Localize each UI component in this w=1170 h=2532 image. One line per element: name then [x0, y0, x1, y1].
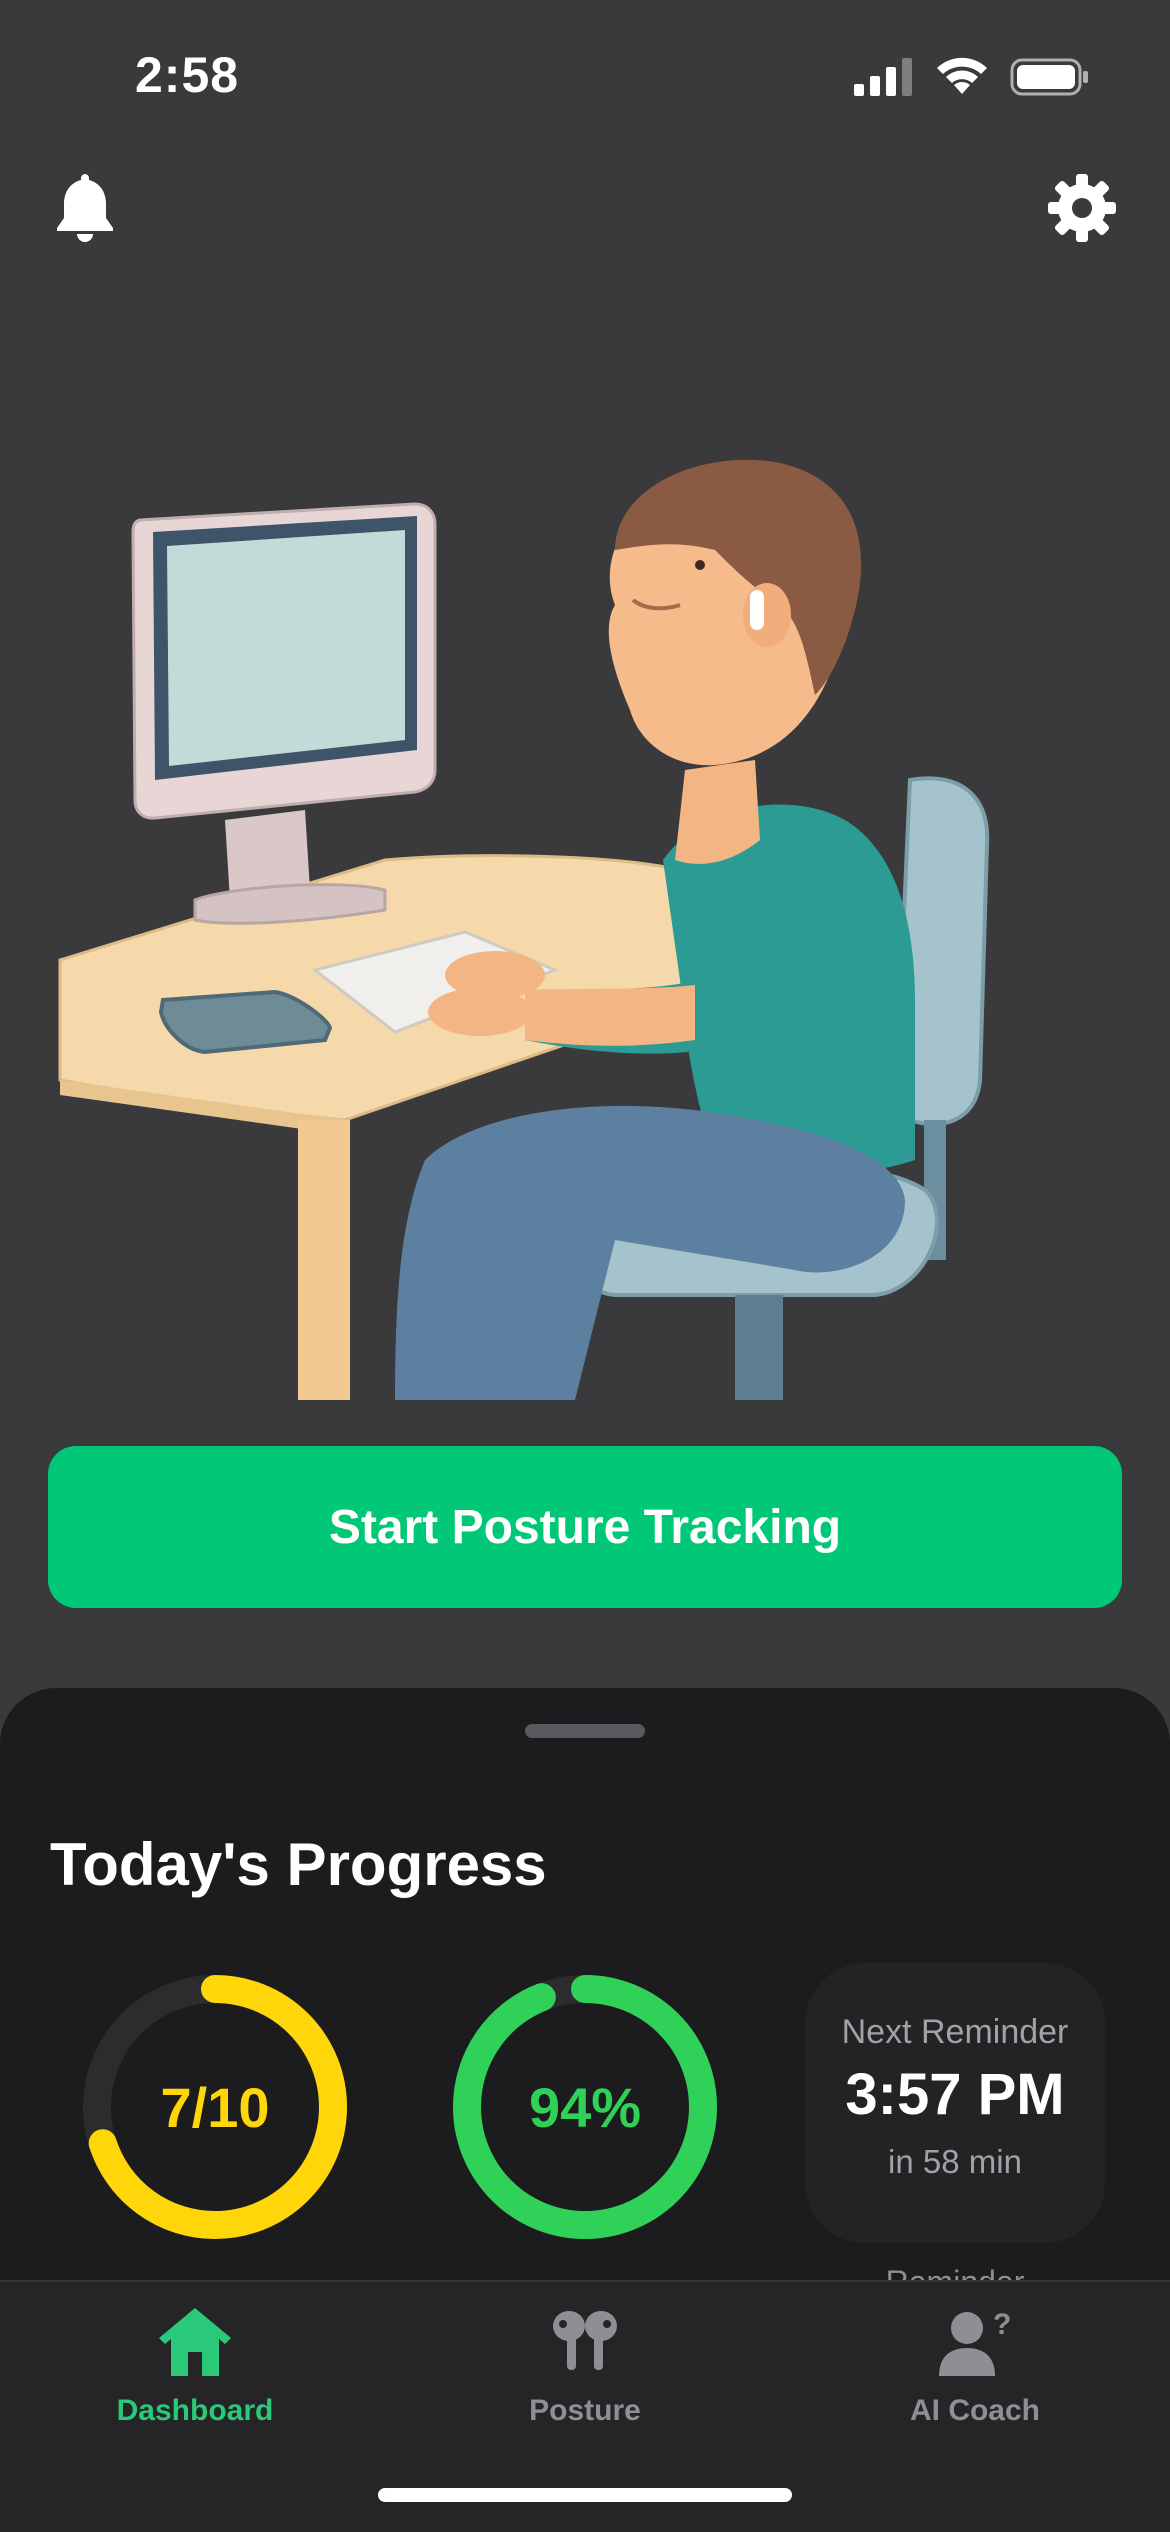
tab-dashboard[interactable]: Dashboard [0, 2282, 390, 2462]
sheet-grabber[interactable] [525, 1724, 645, 1738]
wifi-icon [937, 57, 987, 94]
home-icon [159, 2308, 231, 2376]
next-reminder-time: 3:57 PM [845, 2062, 1065, 2127]
tab-dashboard-label: Dashboard [116, 2394, 274, 2427]
svg-text:?: ? [993, 2308, 1011, 2341]
next-reminder-label: Next Reminder [841, 2013, 1069, 2051]
person-question-icon: ? [939, 2308, 1011, 2376]
tab-posture-label: Posture [529, 2394, 641, 2427]
cellular-signal-icon [854, 58, 912, 96]
status-bar: 2:58 [0, 0, 1170, 150]
tab-ai-coach-label: AI Coach [909, 2394, 1041, 2427]
tab-ai-coach[interactable]: ? AI Coach [780, 2282, 1170, 2462]
progress-title: Today's Progress [50, 1831, 547, 1898]
next-reminder-card[interactable]: Next Reminder 3:57 PM in 58 min [805, 1963, 1105, 2243]
next-reminder-countdown: in 58 min [888, 2143, 1022, 2180]
dashboard-screen: 2:58 Start Posture Tracking Today's Prog… [0, 0, 1170, 2532]
tab-posture[interactable]: Posture [390, 2282, 780, 2462]
good-posture-value: 94% [528, 2075, 642, 2139]
gear-icon[interactable] [1046, 172, 1118, 244]
posture-score-value: 7/10 [160, 2075, 270, 2139]
home-indicator [378, 2488, 792, 2502]
start-posture-tracking-button[interactable]: Start Posture Tracking [48, 1446, 1122, 1608]
battery-icon [1010, 58, 1088, 96]
posture-score-ring[interactable]: 7/10 [80, 1972, 350, 2242]
airpods-icon [553, 2311, 617, 2370]
desk-posture-illustration [58, 459, 990, 1400]
bell-icon[interactable] [50, 170, 120, 245]
good-posture-ring[interactable]: 94% [450, 1972, 720, 2242]
status-time: 2:58 [135, 47, 240, 103]
